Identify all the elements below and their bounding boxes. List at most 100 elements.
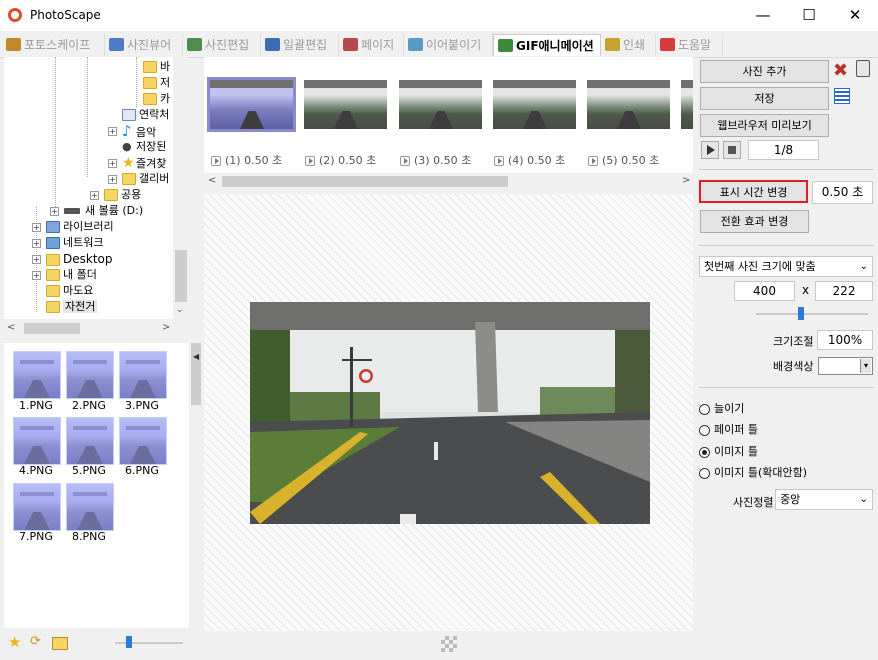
frame-duration-label[interactable]: (2) 0.50 초 bbox=[305, 152, 376, 168]
list-icon[interactable] bbox=[834, 88, 850, 104]
refresh-icon[interactable]: ⟳ bbox=[30, 634, 41, 649]
tab-gif-animation[interactable]: GIF애니메이션 bbox=[493, 34, 601, 56]
thumbnail-image[interactable] bbox=[13, 351, 61, 399]
tab-viewer[interactable]: 사진뷰어 bbox=[105, 34, 183, 56]
scroll-right-arrow-icon[interactable]: > bbox=[162, 322, 170, 333]
tree-item-desktop[interactable]: Desktop bbox=[46, 251, 113, 267]
radio-paper-frame[interactable]: 페이퍼 틀 bbox=[699, 421, 758, 437]
save-button[interactable]: 저장 bbox=[700, 87, 829, 110]
tree-item-libraries[interactable]: 라이브러리 bbox=[46, 219, 114, 235]
thumbnail-image[interactable] bbox=[66, 483, 114, 531]
tab-batch-editor[interactable]: 일괄편집 bbox=[261, 34, 339, 56]
tree-item-favorites[interactable]: ★즐겨찾 bbox=[122, 155, 166, 171]
scale-field[interactable]: 100% bbox=[817, 330, 873, 350]
tree-item-network[interactable]: 네트워크 bbox=[46, 235, 103, 251]
thumbnail-image[interactable] bbox=[13, 417, 61, 465]
expand-toggle[interactable]: + bbox=[32, 255, 41, 264]
tree-scroll-thumb[interactable] bbox=[175, 250, 187, 302]
radio-label: 이미지 틀 bbox=[714, 445, 758, 458]
tab-page[interactable]: 페이지 bbox=[339, 34, 404, 56]
play-button[interactable] bbox=[701, 141, 719, 159]
height-field[interactable]: 222 bbox=[815, 281, 873, 301]
scroll-left-arrow-icon[interactable]: < bbox=[7, 322, 15, 333]
help-tab-icon bbox=[660, 38, 675, 51]
change-transition-button[interactable]: 전환 효과 변경 bbox=[700, 210, 809, 233]
size-mode-select[interactable]: 첫번째 사진 크기에 맞춤 ⌄ bbox=[699, 256, 873, 277]
thumbnail-image[interactable] bbox=[66, 351, 114, 399]
chevron-down-icon: ⌄ bbox=[859, 261, 868, 272]
expand-toggle[interactable]: + bbox=[32, 271, 41, 280]
tree-item-gallery[interactable]: 갤리버 bbox=[122, 171, 169, 187]
expand-toggle[interactable]: + bbox=[50, 207, 59, 216]
thumbnail-image[interactable] bbox=[13, 483, 61, 531]
tree-item-music[interactable]: ♪ 음악 bbox=[122, 123, 156, 139]
tree-item[interactable]: 카 bbox=[143, 91, 170, 107]
expand-toggle[interactable]: + bbox=[32, 239, 41, 248]
change-display-time-button[interactable]: 표시 시간 변경 bbox=[699, 180, 808, 203]
scale-slider-track[interactable] bbox=[756, 313, 868, 315]
expand-toggle[interactable]: + bbox=[108, 159, 117, 168]
tab-print[interactable]: 인쇄 bbox=[601, 34, 656, 56]
expand-toggle[interactable]: + bbox=[90, 191, 99, 200]
display-time-field[interactable]: 0.50 초 bbox=[812, 181, 873, 204]
frame-thumbnail[interactable] bbox=[304, 80, 387, 129]
thumbnail-image[interactable] bbox=[119, 417, 167, 465]
radio-image-frame-no-enlarge[interactable]: 이미지 틀(확대안함) bbox=[699, 464, 807, 480]
expand-toggle[interactable]: + bbox=[108, 127, 117, 136]
tree-item-saved-games[interactable]: ● 저장된 bbox=[122, 139, 166, 155]
tree-item-label: 저 bbox=[160, 76, 171, 89]
scroll-down-arrow-icon[interactable]: ⌄ bbox=[176, 305, 184, 315]
tab-editor[interactable]: 사진편집 bbox=[183, 34, 261, 56]
tree-item[interactable]: 저 bbox=[143, 75, 170, 91]
expand-toggle[interactable]: + bbox=[108, 175, 117, 184]
tree-item[interactable]: 바 bbox=[143, 59, 170, 75]
tab-photoscape[interactable]: 포토스케이프 bbox=[2, 34, 105, 56]
background-color-picker[interactable]: ▾ bbox=[818, 357, 873, 375]
thumbnail-image[interactable] bbox=[66, 417, 114, 465]
frame-thumbnail-selected[interactable] bbox=[207, 77, 296, 132]
radio-image-frame[interactable]: 이미지 틀 bbox=[699, 443, 758, 459]
web-preview-button[interactable]: 웹브라우저 미리보기 bbox=[700, 114, 829, 137]
tree-item-public[interactable]: 공용 bbox=[104, 187, 141, 203]
expand-toggle[interactable]: + bbox=[32, 223, 41, 232]
remove-icon[interactable]: ✖ bbox=[833, 60, 848, 81]
frame-duration-label[interactable]: (3) 0.50 초 bbox=[400, 152, 471, 168]
scroll-left-arrow-icon[interactable]: < bbox=[208, 175, 216, 186]
tree-item-my-folder[interactable]: 내 폴더 bbox=[46, 267, 97, 283]
favorite-star-icon[interactable]: ★ bbox=[8, 633, 21, 651]
play-icon bbox=[494, 156, 504, 166]
radio-stretch[interactable]: 늘이기 bbox=[699, 400, 744, 416]
frame-thumbnail-partial[interactable] bbox=[681, 80, 693, 129]
scroll-right-arrow-icon[interactable]: > bbox=[682, 175, 690, 186]
stop-button[interactable] bbox=[723, 141, 741, 159]
tab-help[interactable]: 도움말 bbox=[656, 34, 723, 56]
tab-combine[interactable]: 이어붙이기 bbox=[404, 34, 493, 56]
trash-icon[interactable] bbox=[856, 60, 870, 77]
align-select[interactable]: 중앙 ⌄ bbox=[775, 489, 873, 510]
collapse-panel-arrow-icon[interactable]: ◀ bbox=[193, 352, 199, 361]
frame-thumbnail[interactable] bbox=[587, 80, 670, 129]
tree-item-drive-d[interactable]: 새 볼륨 (D:) bbox=[64, 203, 143, 219]
thumbnail-label: 8.PNG bbox=[72, 530, 106, 543]
tree-item-selected[interactable]: 자전거 bbox=[46, 299, 98, 315]
slider-handle[interactable] bbox=[126, 636, 132, 648]
close-button[interactable]: ✕ bbox=[832, 0, 878, 31]
frame-duration-label[interactable]: (4) 0.50 초 bbox=[494, 152, 565, 168]
frame-duration-label[interactable]: (5) 0.50 초 bbox=[588, 152, 659, 168]
frame-strip-scroll-thumb[interactable] bbox=[222, 176, 508, 187]
tree-item-contacts[interactable]: 연락처 bbox=[122, 107, 169, 123]
width-field[interactable]: 400 bbox=[734, 281, 795, 301]
add-photo-button[interactable]: 사진 추가 bbox=[700, 60, 829, 83]
radio-label: 페이퍼 틀 bbox=[714, 423, 758, 436]
scale-slider-handle[interactable] bbox=[798, 307, 804, 320]
frame-thumbnail[interactable] bbox=[399, 80, 482, 129]
open-folder-icon[interactable] bbox=[52, 637, 68, 650]
tree-hscroll-thumb[interactable] bbox=[24, 323, 80, 334]
frame-thumbnail[interactable] bbox=[493, 80, 576, 129]
maximize-button[interactable]: ☐ bbox=[786, 0, 832, 31]
thumbnail-image[interactable] bbox=[119, 351, 167, 399]
transparency-checker-icon[interactable] bbox=[441, 636, 457, 652]
minimize-button[interactable]: — bbox=[740, 0, 786, 31]
frame-duration-label[interactable]: (1) 0.50 초 bbox=[211, 152, 282, 168]
tree-item[interactable]: 마도요 bbox=[46, 283, 93, 299]
